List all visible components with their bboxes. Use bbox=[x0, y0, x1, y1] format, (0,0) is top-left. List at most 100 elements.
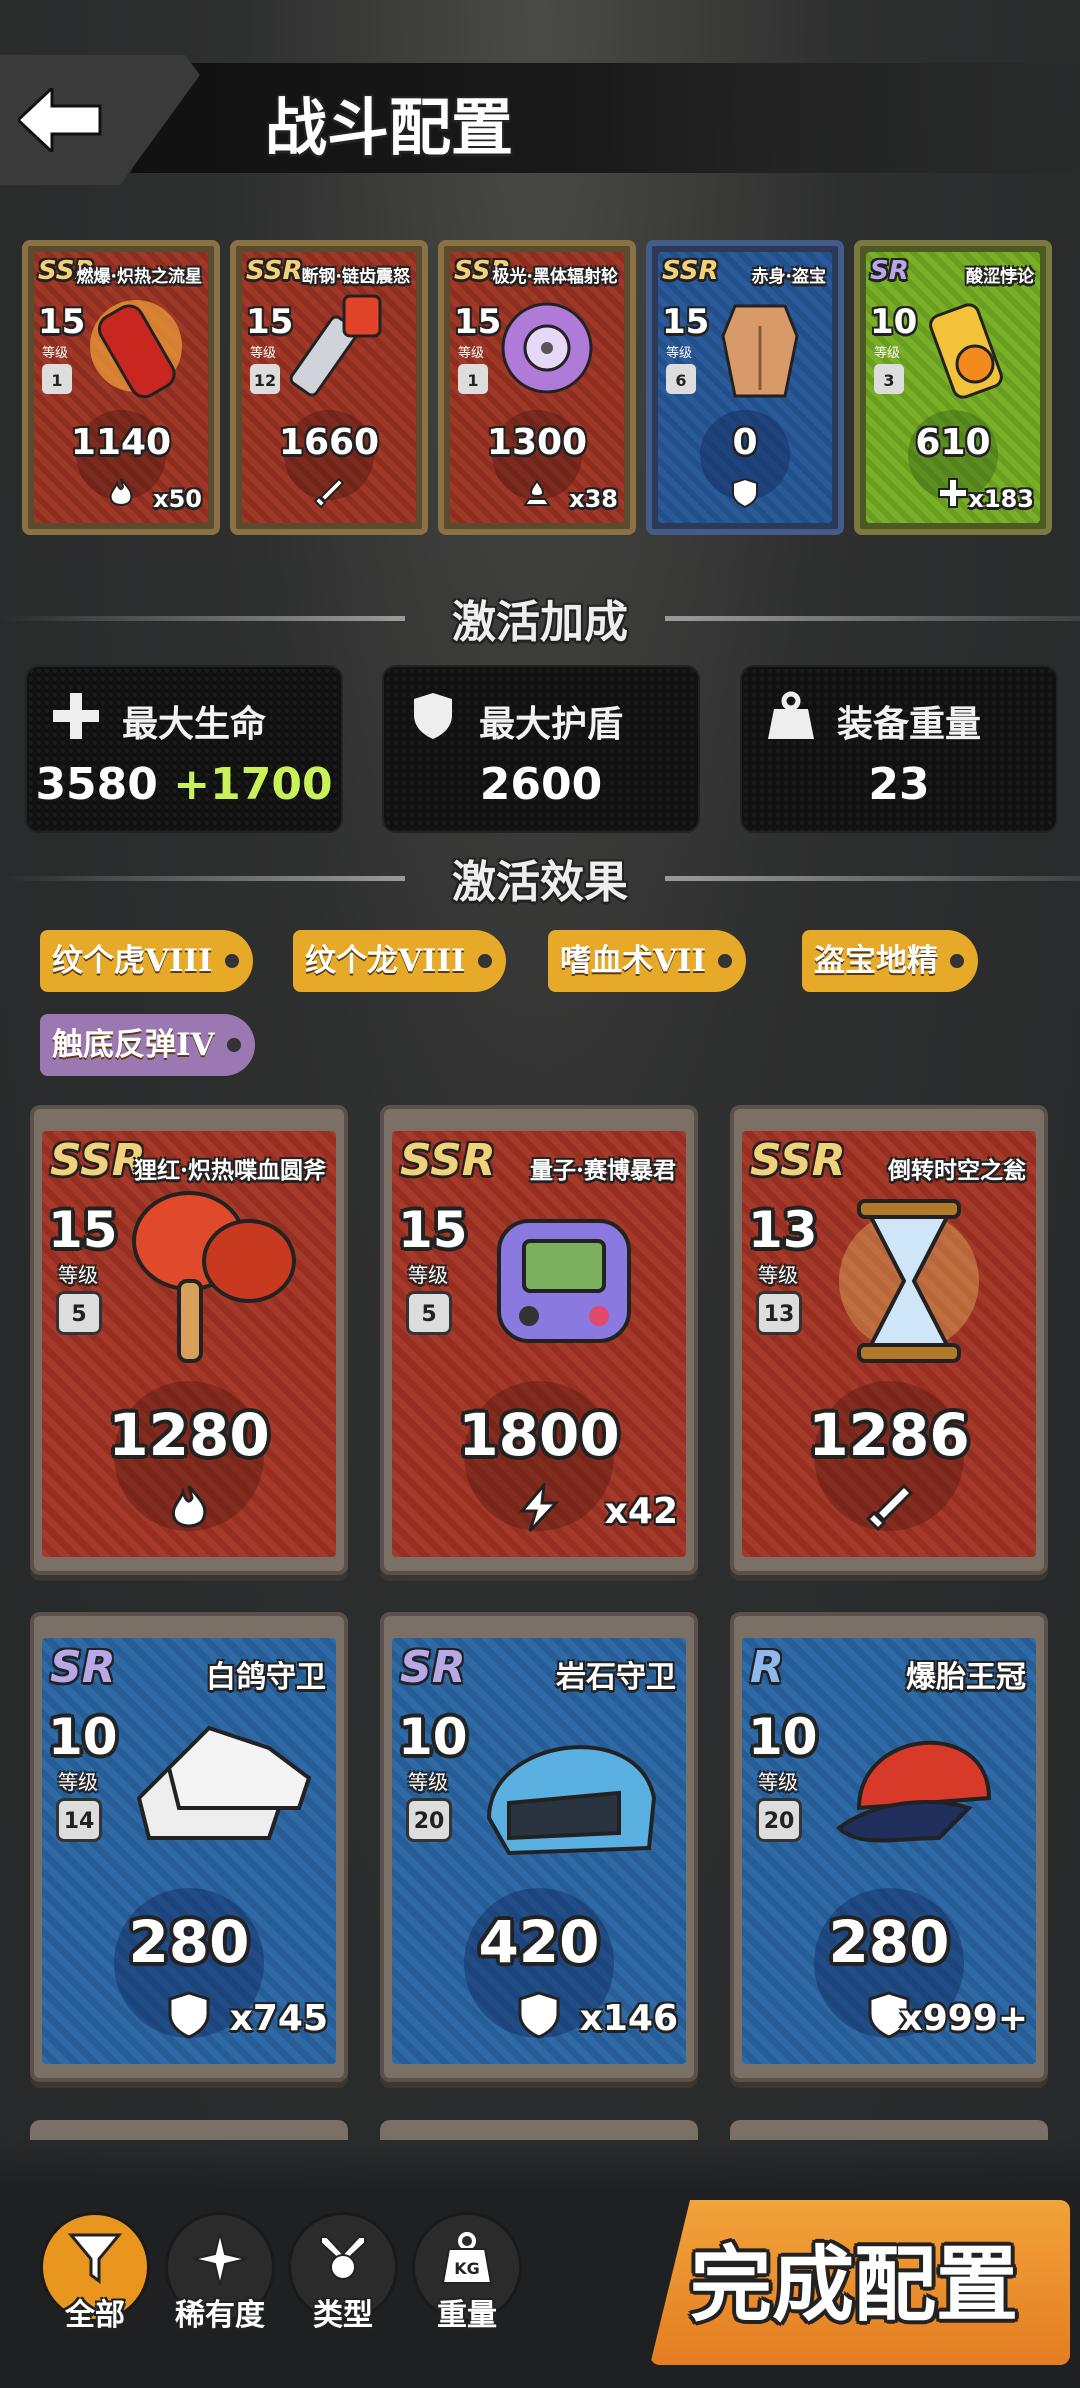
torso-item-icon bbox=[721, 304, 799, 398]
equipped-card[interactable]: SSR 极光·黑体辐射轮 15 等级 1 1300 x38 bbox=[438, 240, 636, 535]
inventory-card[interactable]: SR 白鸽守卫 10 等级 14 280 x745 bbox=[30, 1612, 348, 2082]
level-label: 等级 bbox=[42, 346, 69, 361]
filter-weight-label: 重量 bbox=[437, 2298, 497, 2333]
item-value: 280 bbox=[828, 1908, 950, 1976]
level-value: 15 bbox=[454, 302, 502, 342]
item-name: 量子·赛博暴君 bbox=[529, 1157, 676, 1184]
inventory-card-partial[interactable] bbox=[730, 2120, 1048, 2140]
level-value: 15 bbox=[662, 302, 710, 342]
rarity-label: SSR bbox=[246, 256, 303, 286]
rarity-label: SR bbox=[50, 1642, 116, 1693]
stat-value: 3580 bbox=[35, 759, 158, 810]
stat-max-shield: 最大护盾 2600 bbox=[382, 665, 700, 833]
paddle-item-icon bbox=[132, 1191, 296, 1363]
item-count: x50 bbox=[153, 485, 202, 513]
chainsaw-item-icon bbox=[289, 294, 382, 397]
inventory-card-partial[interactable] bbox=[30, 2120, 348, 2140]
filter-type-label: 类型 bbox=[313, 2298, 373, 2333]
equipped-card[interactable]: SSR 燃爆·炽热之流星 15 等级 1 1140 x50 bbox=[22, 240, 220, 535]
plus-icon bbox=[53, 693, 99, 739]
item-value: 280 bbox=[128, 1908, 250, 1976]
item-count: x42 bbox=[604, 1491, 678, 1532]
effect-tag[interactable]: 嗜血术VII bbox=[548, 930, 747, 992]
item-name: 断钢·链齿震怒 bbox=[301, 267, 410, 287]
filter-all-label: 全部 bbox=[65, 2298, 125, 2333]
acid-icon bbox=[521, 477, 553, 509]
shield-icon bbox=[414, 693, 452, 739]
level-label: 等级 bbox=[458, 346, 485, 361]
inventory-card[interactable]: SSR 倒转时空之瓮 13 等级 13 1286 bbox=[730, 1105, 1048, 1575]
effect-tag[interactable]: 纹个龙VIII bbox=[293, 930, 506, 992]
done-config-label: 完成配置 bbox=[690, 2237, 1019, 2333]
bottle-item-icon bbox=[90, 300, 182, 399]
item-value: 0 bbox=[732, 422, 758, 463]
level-value: 10 bbox=[48, 1708, 118, 1766]
gamepad-item-icon bbox=[497, 1219, 631, 1343]
level-label: 等级 bbox=[250, 346, 277, 361]
shield-icon bbox=[168, 1991, 210, 2039]
helmet-item-icon bbox=[486, 1745, 657, 1856]
sparkle-icon bbox=[193, 2232, 247, 2286]
effect-tag-label: 触底反弹IV bbox=[52, 1027, 215, 1063]
item-count: x146 bbox=[579, 1998, 678, 2039]
weight-value: 6 bbox=[666, 364, 696, 394]
item-count: x999+ bbox=[899, 1998, 1028, 2039]
weight-value: 5 bbox=[56, 1291, 102, 1335]
weight-value: 14 bbox=[56, 1798, 102, 1842]
shield-icon bbox=[518, 1991, 560, 2039]
weight-value: 5 bbox=[406, 1291, 452, 1335]
item-value: 1800 bbox=[458, 1401, 620, 1469]
level-value: 10 bbox=[870, 302, 918, 342]
level-label: 等级 bbox=[408, 1770, 448, 1794]
kg-text: KG bbox=[454, 2259, 480, 2278]
inventory-card[interactable]: SSR 狸红·炽热喋血圆斧 15 等级 5 1280 bbox=[30, 1105, 348, 1575]
item-count: x38 bbox=[569, 485, 618, 513]
fire-icon bbox=[171, 1485, 207, 1528]
effect-tag[interactable]: 触底反弹IV bbox=[40, 1014, 255, 1076]
disc-item-icon bbox=[501, 302, 593, 394]
kg-weight-icon: KG bbox=[441, 2232, 493, 2284]
weight-value: 13 bbox=[756, 1291, 802, 1335]
equipped-cards: SSR 燃爆·炽热之流星 15 等级 1 1140 x50 SSR 断钢·链齿震… bbox=[22, 240, 1062, 535]
can-item-icon bbox=[929, 303, 1003, 399]
sword-icon bbox=[865, 1483, 914, 1532]
effect-tag-label: 纹个虎VIII bbox=[52, 943, 213, 979]
inventory-card[interactable]: SR 岩石守卫 10 等级 20 420 x146 bbox=[380, 1612, 698, 2082]
effects-section-divider: 激活效果 bbox=[0, 848, 1080, 908]
item-value: 1300 bbox=[486, 422, 588, 463]
level-value: 13 bbox=[748, 1201, 818, 1259]
cap-item-icon bbox=[835, 1740, 992, 1843]
level-label: 等级 bbox=[874, 346, 901, 361]
lightning-icon bbox=[518, 1483, 560, 1533]
effect-tag[interactable]: 纹个虎VIII bbox=[40, 930, 253, 992]
weight-value: 20 bbox=[756, 1798, 802, 1842]
equipped-card[interactable]: SR 酸涩悖论 10 等级 3 610 x183 bbox=[854, 240, 1052, 535]
stat-label: 最大生命 bbox=[122, 703, 267, 745]
level-label: 等级 bbox=[758, 1263, 798, 1287]
item-name: 极光·黑体辐射轮 bbox=[492, 267, 618, 287]
bonus-section-divider: 激活加成 bbox=[0, 588, 1080, 648]
inventory-card[interactable]: SSR 量子·赛博暴君 15 等级 5 1800 x42 bbox=[380, 1105, 698, 1575]
equipped-card[interactable]: SSR 赤身·盗宝 15 等级 6 0 bbox=[646, 240, 844, 535]
item-name: 酸涩悖论 bbox=[966, 267, 1034, 287]
item-name: 狸红·炽热喋血圆斧 bbox=[133, 1157, 326, 1184]
back-arrow-icon bbox=[18, 88, 102, 152]
item-name: 白鸽守卫 bbox=[206, 1660, 326, 1695]
hourglass-item-icon bbox=[839, 1199, 979, 1363]
item-value: 610 bbox=[915, 422, 991, 463]
stat-value: 23 bbox=[868, 759, 930, 810]
level-value: 15 bbox=[38, 302, 86, 342]
item-value: 1660 bbox=[278, 422, 380, 463]
inventory-card-partial[interactable] bbox=[380, 2120, 698, 2140]
effect-tag-label: 纹个龙VIII bbox=[305, 943, 466, 979]
item-count: x745 bbox=[229, 1998, 328, 2039]
inventory-card[interactable]: R 爆胎王冠 10 等级 20 280 x999+ bbox=[730, 1612, 1048, 2082]
item-name: 燃爆·炽热之流星 bbox=[76, 267, 202, 287]
header: 战斗配置 bbox=[0, 55, 1080, 185]
effect-tag[interactable]: 盗宝地精 bbox=[802, 930, 978, 992]
equipped-card[interactable]: SSR 断钢·链齿震怒 15 等级 12 1660 bbox=[230, 240, 428, 535]
weight-value: 12 bbox=[250, 364, 280, 394]
rarity-label: SSR bbox=[400, 1135, 496, 1186]
sneakers-item-icon bbox=[136, 1725, 312, 1840]
rarity-label: SSR bbox=[662, 256, 719, 286]
